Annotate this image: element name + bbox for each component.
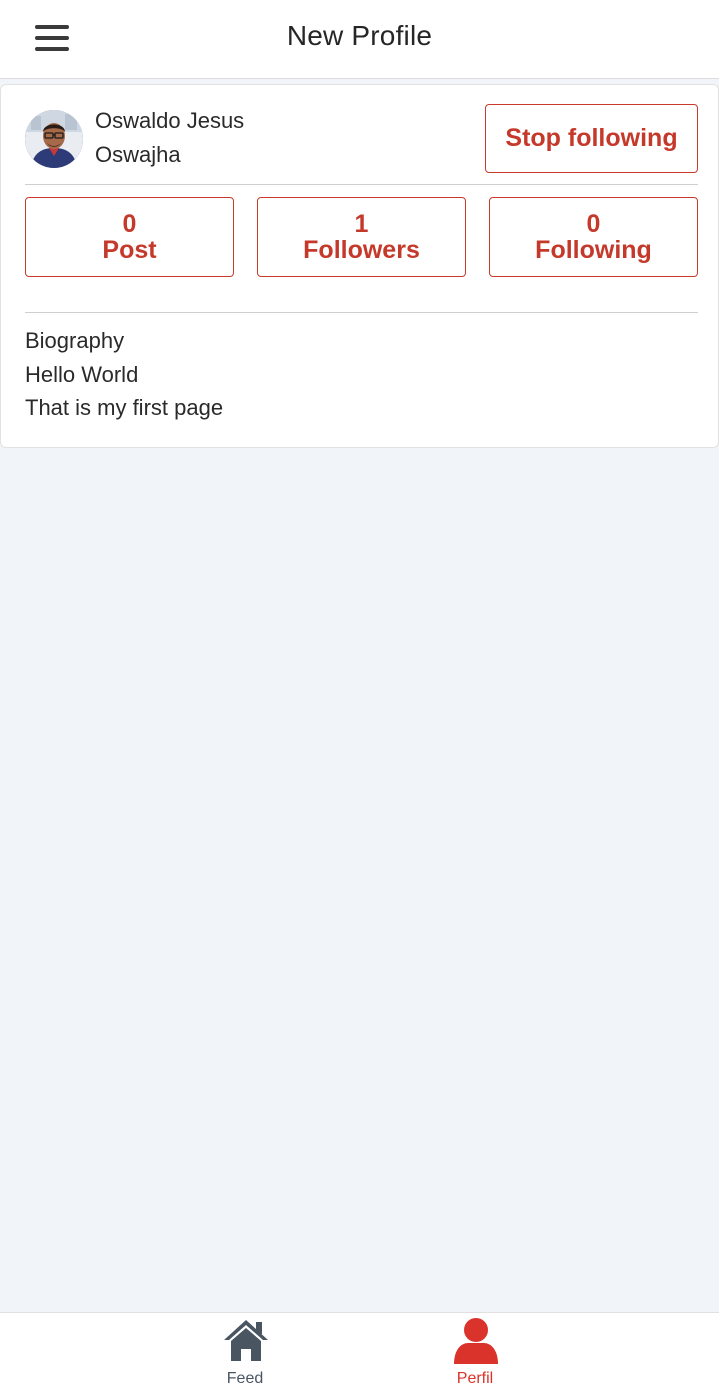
biography-line: Hello World bbox=[25, 362, 139, 387]
user-icon bbox=[454, 1318, 498, 1364]
stop-following-button[interactable]: Stop following bbox=[485, 104, 698, 173]
nav-item-perfil[interactable]: Perfil bbox=[415, 1313, 535, 1388]
divider bbox=[25, 312, 698, 313]
followers-label: Followers bbox=[303, 236, 420, 264]
post-label: Post bbox=[102, 236, 157, 264]
profile-card: Oswaldo Jesus Oswajha Stop following 0 P… bbox=[0, 84, 719, 448]
profile-name: Oswaldo Jesus bbox=[95, 108, 245, 133]
post-count: 0 bbox=[122, 210, 137, 238]
following-count: 0 bbox=[586, 210, 601, 238]
nav-label-feed: Feed bbox=[226, 1370, 264, 1387]
nav-item-feed[interactable]: Feed bbox=[185, 1313, 305, 1388]
biography-heading: Biography bbox=[25, 328, 125, 353]
profile-username: Oswajha bbox=[95, 142, 181, 167]
home-icon bbox=[224, 1320, 268, 1361]
post-count-button[interactable]: 0 Post bbox=[25, 197, 234, 277]
app-root: New Profile Oswaldo Jesus Oswajha Stop f… bbox=[0, 0, 719, 1388]
divider bbox=[25, 184, 698, 185]
bottom-navigation: Feed Perfil bbox=[0, 1312, 719, 1388]
avatar bbox=[25, 110, 83, 168]
nav-label-perfil: Perfil bbox=[456, 1370, 494, 1387]
top-app-bar: New Profile bbox=[0, 0, 719, 79]
biography-line: That is my first page bbox=[25, 395, 224, 420]
following-label: Following bbox=[535, 236, 652, 264]
followers-count: 1 bbox=[354, 210, 369, 238]
following-count-button[interactable]: 0 Following bbox=[489, 197, 698, 277]
page-title: New Profile bbox=[286, 20, 433, 51]
followers-count-button[interactable]: 1 Followers bbox=[257, 197, 466, 277]
